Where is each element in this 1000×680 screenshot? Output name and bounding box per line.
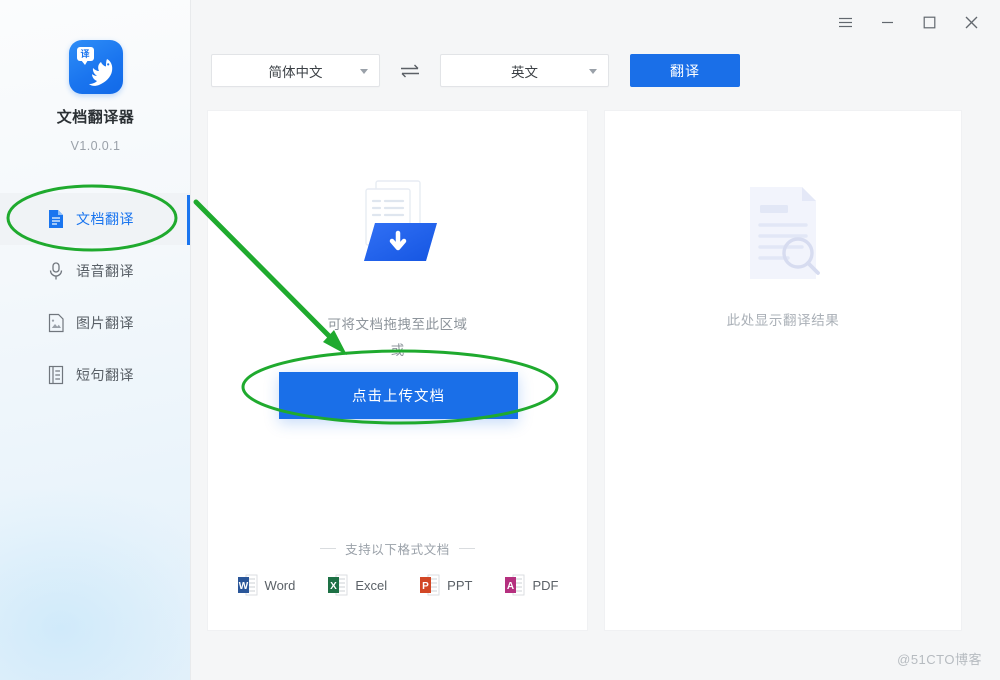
active-indicator-bar — [187, 195, 190, 245]
sidebar-item-phrase-translation[interactable]: 短句翻译 — [0, 349, 190, 401]
supported-formats-title: 支持以下格式文档 — [208, 539, 587, 558]
upload-panel[interactable]: 可将文档拖拽至此区域 或 点击上传文档 支持以下格式文档 W Word X Ex… — [207, 110, 588, 631]
ppt-file-icon: P — [420, 574, 440, 596]
hamburger-menu-icon[interactable] — [824, 1, 866, 43]
format-item-pdf: A PDF — [504, 574, 558, 596]
format-label: PDF — [532, 577, 559, 593]
minimize-icon[interactable] — [866, 1, 908, 43]
watermark: @51CTO博客 — [897, 652, 982, 667]
format-item-ppt: P PPT — [419, 574, 472, 596]
format-item-word: W Word — [237, 574, 296, 596]
result-illustration — [605, 183, 961, 283]
document-download-icon — [363, 180, 437, 261]
svg-text:P: P — [422, 581, 429, 592]
upload-document-button[interactable]: 点击上传文档 — [279, 372, 518, 419]
list-document-icon — [46, 365, 65, 385]
word-file-icon: W — [237, 574, 257, 596]
format-item-excel: X Excel — [327, 574, 387, 596]
upload-illustration — [208, 177, 587, 269]
swap-languages-button[interactable] — [380, 54, 440, 87]
chevron-down-icon — [360, 68, 368, 74]
target-language-select[interactable]: 英文 — [440, 54, 609, 87]
sidebar-item-label: 短句翻译 — [76, 367, 134, 383]
format-label: Excel — [355, 577, 388, 593]
drag-hint-text: 可将文档拖拽至此区域 — [327, 317, 468, 332]
target-language-value: 英文 — [511, 64, 538, 80]
result-placeholder-text: 此处显示翻译结果 — [726, 313, 840, 328]
document-icon — [46, 209, 65, 229]
divider-right — [458, 548, 475, 549]
sidebar-nav: 文档翻译 语音翻译 图片翻译 短句翻译 — [0, 193, 190, 401]
svg-text:A: A — [507, 581, 514, 592]
sidebar-item-document-translation[interactable]: 文档翻译 — [0, 193, 190, 245]
language-toolbar: 简体中文 英文 翻译 — [211, 54, 740, 87]
format-label: PPT — [447, 577, 473, 593]
swap-arrows-icon — [401, 64, 419, 77]
sidebar: 译 文档翻译器 V1.0.0.1 文档翻译 语音翻译 图片翻译 短句翻译 — [0, 0, 191, 680]
sidebar-item-image-translation[interactable]: 图片翻译 — [0, 297, 190, 349]
window-controls — [824, 0, 992, 44]
app-title: 文档翻译器 — [56, 109, 135, 126]
app-branding: 译 文档翻译器 V1.0.0.1 — [0, 40, 190, 153]
pdf-file-icon: A — [505, 574, 525, 596]
sidebar-item-label: 文档翻译 — [76, 211, 134, 227]
logo-dove-icon — [88, 59, 112, 86]
app-version: V1.0.0.1 — [70, 139, 121, 153]
divider-left — [320, 548, 337, 549]
source-language-value: 简体中文 — [268, 64, 323, 80]
sidebar-item-label: 图片翻译 — [76, 315, 134, 331]
close-icon[interactable] — [950, 1, 992, 43]
supported-formats-list: W Word X Excel P PPT A PDF — [208, 574, 587, 596]
svg-text:X: X — [331, 581, 338, 592]
result-panel: 此处显示翻译结果 — [604, 110, 962, 631]
source-language-select[interactable]: 简体中文 — [211, 54, 380, 87]
svg-text:W: W — [238, 581, 248, 592]
chevron-down-icon — [589, 68, 597, 74]
translate-button[interactable]: 翻译 — [630, 54, 740, 87]
or-separator-text: 或 — [390, 343, 405, 358]
app-logo-icon: 译 — [68, 40, 123, 94]
image-icon — [46, 313, 65, 333]
format-label: Word — [264, 577, 296, 593]
microphone-icon — [46, 261, 65, 281]
document-translator-window: 译 文档翻译器 V1.0.0.1 文档翻译 语音翻译 图片翻译 短句翻译 简体中… — [0, 0, 1000, 680]
document-search-icon — [750, 187, 820, 279]
maximize-icon[interactable] — [908, 1, 950, 43]
supported-formats-label: 支持以下格式文档 — [345, 543, 450, 557]
sidebar-item-label: 语音翻译 — [76, 263, 134, 279]
sidebar-item-voice-translation[interactable]: 语音翻译 — [0, 245, 190, 297]
excel-file-icon: X — [328, 574, 348, 596]
